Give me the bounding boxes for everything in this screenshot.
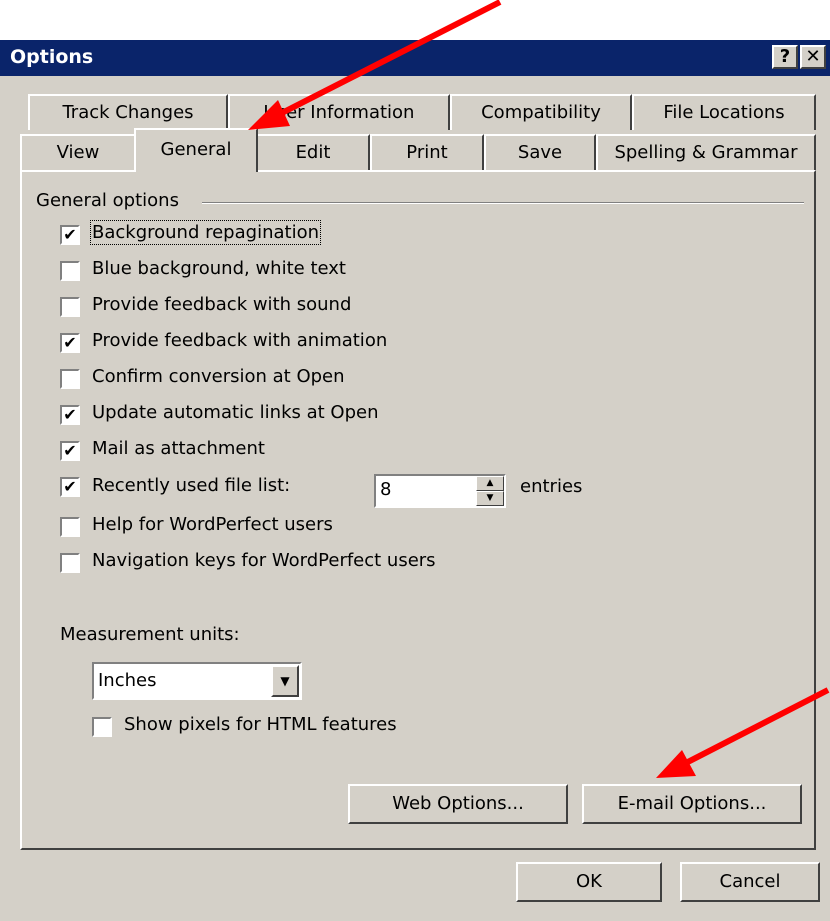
cancel-button[interactable]: Cancel	[680, 862, 820, 902]
ok-button[interactable]: OK	[516, 862, 662, 902]
checkmark-icon[interactable]: ✔	[60, 333, 80, 353]
measurement-units-value: Inches	[98, 670, 157, 691]
checkbox-label: Provide feedback with sound	[92, 294, 352, 315]
spin-up-icon[interactable]: ▲	[476, 476, 504, 491]
tab-edit[interactable]: Edit	[256, 134, 370, 170]
title-bar: Options ? ✕	[0, 40, 830, 76]
checkbox-label: Provide feedback with animation	[92, 330, 388, 351]
checkbox-label: Recently used file list:	[92, 475, 291, 496]
checkbox[interactable]	[60, 369, 80, 389]
tab-compatibility[interactable]: Compatibility	[450, 94, 632, 130]
checkbox-label: Update automatic links at Open	[92, 402, 379, 423]
checkbox-label: Navigation keys for WordPerfect users	[92, 550, 436, 571]
checkbox-label: Blue background, white text	[92, 258, 346, 279]
checkbox-label: Background repagination	[90, 220, 321, 245]
window-title: Options	[10, 46, 94, 68]
checkbox-label: Mail as attachment	[92, 438, 265, 459]
tab-save[interactable]: Save	[484, 134, 596, 170]
recent-files-count: 8	[380, 479, 392, 500]
checkmark-icon[interactable]: ✔	[60, 441, 80, 461]
checkbox-label: Confirm conversion at Open	[92, 366, 345, 387]
tab-user-information[interactable]: User Information	[228, 94, 450, 130]
checkbox[interactable]	[92, 717, 112, 737]
close-button[interactable]: ✕	[800, 45, 826, 69]
checkbox-label: Help for WordPerfect users	[92, 514, 333, 535]
options-dialog: Options ? ✕ Track Changes User Informati…	[0, 40, 830, 921]
checkbox-label: Show pixels for HTML features	[124, 714, 397, 735]
checkbox[interactable]	[60, 553, 80, 573]
checkmark-icon[interactable]: ✔	[60, 225, 80, 245]
checkbox[interactable]	[60, 517, 80, 537]
checkbox-recent-files[interactable]: ✔ Recently used file list: 8 ▲ ▼ entries	[60, 472, 620, 512]
general-panel: General options ✔ Background repaginatio…	[20, 170, 816, 850]
group-divider	[202, 202, 804, 204]
chevron-down-icon[interactable]: ▼	[271, 665, 299, 697]
measurement-units-select[interactable]: Inches ▼	[92, 662, 302, 700]
help-button[interactable]: ?	[772, 45, 798, 69]
checkmark-icon[interactable]: ✔	[60, 405, 80, 425]
email-options-button[interactable]: E-mail Options...	[582, 784, 802, 824]
checkmark-icon[interactable]: ✔	[60, 477, 80, 497]
tab-general[interactable]: General	[134, 128, 258, 172]
tab-print[interactable]: Print	[370, 134, 484, 170]
tab-spelling-grammar[interactable]: Spelling & Grammar	[596, 134, 816, 170]
measurement-units-label: Measurement units:	[60, 624, 240, 645]
tab-track-changes[interactable]: Track Changes	[28, 94, 228, 130]
spin-down-icon[interactable]: ▼	[476, 491, 504, 506]
tab-file-locations[interactable]: File Locations	[632, 94, 816, 130]
checkbox[interactable]	[60, 297, 80, 317]
checkbox[interactable]	[60, 261, 80, 281]
recent-files-spinner[interactable]: ▲ ▼	[476, 476, 504, 506]
group-label: General options	[36, 190, 179, 211]
entries-label: entries	[520, 476, 583, 497]
web-options-button[interactable]: Web Options...	[348, 784, 568, 824]
tab-view[interactable]: View	[20, 134, 136, 170]
